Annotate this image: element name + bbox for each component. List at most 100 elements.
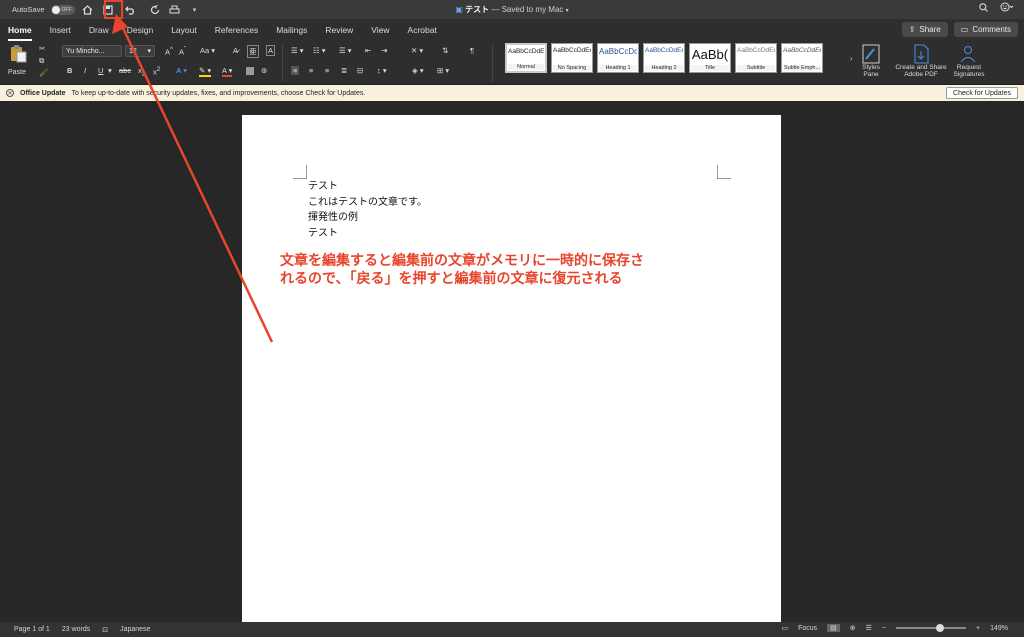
comments-button[interactable]: ▭ Comments [953, 22, 1018, 37]
pdf-icon [914, 44, 929, 64]
focus-icon[interactable]: ▭ [781, 624, 788, 632]
shrink-font-icon[interactable]: Aˇ [179, 46, 186, 57]
text-effects-icon[interactable]: A ▾ [176, 66, 187, 75]
font-size-select[interactable]: 12 ▾ [125, 45, 155, 57]
style-name: No Spacing [553, 65, 591, 71]
align-center-icon[interactable]: ≡ [309, 66, 313, 75]
underline-button[interactable]: U [98, 66, 103, 75]
styles-more-icon[interactable]: › [850, 54, 853, 63]
font-name-select[interactable]: Yu Mincho... [62, 45, 122, 57]
asian-layout-icon[interactable]: ✕ ▾ [411, 46, 423, 55]
increase-indent-icon[interactable]: ⇥ [381, 46, 387, 55]
zoom-in-icon[interactable]: + [976, 625, 980, 632]
zoom-level[interactable]: 149% [990, 625, 1008, 632]
style-heading-1[interactable]: AaBbCcDc Heading 1 [597, 43, 639, 73]
bullets-icon[interactable]: ☰ ▾ [291, 46, 304, 55]
show-formatting-icon[interactable]: ¶ [470, 46, 474, 55]
web-layout-icon[interactable]: ⊕ [850, 624, 856, 632]
styles-gallery: AaBbCcDdEe Normal AaBbCcDdEe No Spacing … [505, 43, 823, 73]
paste-button[interactable]: Paste [8, 44, 28, 76]
language-indicator[interactable]: Japanese [120, 626, 150, 633]
paste-label: Paste [8, 69, 26, 76]
shading-icon[interactable]: ◈ ▾ [412, 66, 424, 75]
style-subtitle[interactable]: AaBbCcDdEe Subtitle [735, 43, 777, 73]
format-painter-icon[interactable]: 🖌 [39, 68, 49, 77]
numbering-icon[interactable]: ☷ ▾ [313, 46, 326, 55]
change-case-button[interactable]: Aa ▾ [200, 46, 215, 55]
create-pdf-button[interactable]: Create and Share Adobe PDF [892, 44, 950, 78]
strikethrough-button[interactable]: abc [119, 66, 131, 75]
phonetic-guide-icon[interactable]: 亜 [247, 45, 259, 58]
document-page[interactable]: テスト これはテストの文章です。 揮発性の例 テスト [242, 115, 781, 622]
zoom-slider[interactable] [896, 624, 966, 632]
customize-toolbar-icon[interactable]: ▾ [188, 3, 202, 17]
superscript-button[interactable]: x2 [153, 66, 160, 77]
document-line: テスト [308, 181, 338, 192]
bold-button[interactable]: B [67, 66, 72, 75]
clear-formatting-icon[interactable]: A̷ [233, 46, 238, 55]
tab-home[interactable]: Home [8, 25, 42, 41]
copy-icon[interactable]: ⧉ [39, 56, 44, 66]
word-count[interactable]: 23 words [62, 626, 90, 633]
print-layout-icon[interactable]: ▤ [827, 624, 840, 632]
style-heading-2[interactable]: AaBbCcDdEe Heading 2 [643, 43, 685, 73]
enclosed-character-icon[interactable]: A [266, 45, 276, 56]
signature-icon [960, 46, 976, 63]
highlight-icon[interactable]: ✎ ▾ [199, 66, 212, 77]
italic-button[interactable]: I [84, 66, 86, 75]
focus-button[interactable]: Focus [798, 625, 817, 632]
tab-design[interactable]: Design [127, 25, 163, 35]
styles-pane-icon [862, 44, 880, 64]
autosave-toggle[interactable]: OFF [50, 4, 75, 15]
cut-icon[interactable]: ✂ [39, 44, 45, 53]
subscript-button[interactable]: x2 [138, 66, 145, 78]
distributed-icon[interactable]: ⊟ [357, 66, 363, 75]
style-sample: AaBbCcDdEe [783, 47, 821, 54]
tab-review[interactable]: Review [325, 25, 363, 35]
outline-view-icon[interactable]: ☰ [866, 624, 872, 632]
character-border-icon[interactable]: ⊛ [261, 66, 267, 75]
check-for-updates-button[interactable]: Check for Updates [946, 87, 1018, 99]
character-shading-icon[interactable] [246, 67, 254, 75]
style-no-spacing[interactable]: AaBbCcDdEe No Spacing [551, 43, 593, 73]
decrease-indent-icon[interactable]: ⇤ [365, 46, 371, 55]
create-pdf-label: Create and Share Adobe PDF [895, 64, 947, 78]
borders-icon[interactable]: ⊞ ▾ [437, 66, 449, 75]
style-normal[interactable]: AaBbCcDdEe Normal [505, 43, 547, 73]
redo-icon[interactable] [148, 3, 162, 17]
tab-insert[interactable]: Insert [50, 25, 81, 35]
proofing-icon[interactable]: ⊡ [102, 626, 108, 634]
tab-layout[interactable]: Layout [171, 25, 207, 35]
tab-view[interactable]: View [371, 25, 399, 35]
close-icon[interactable]: ✕ [6, 89, 14, 97]
justify-icon[interactable]: ≣ [341, 66, 347, 75]
undo-icon[interactable] [124, 3, 138, 17]
line-spacing-icon[interactable]: ↕ ▾ [377, 66, 387, 75]
share-button[interactable]: ⇪ Share [901, 22, 948, 37]
page-count[interactable]: Page 1 of 1 [14, 626, 50, 633]
sort-icon[interactable]: ⇅ [442, 46, 448, 55]
align-left-icon[interactable]: ≡ [291, 66, 300, 75]
home-icon[interactable] [81, 3, 95, 17]
tab-references[interactable]: References [215, 25, 268, 35]
document-body[interactable]: テスト これはテストの文章です。 揮発性の例 テスト [308, 179, 427, 241]
grow-font-icon[interactable]: A^ [165, 46, 173, 57]
font-color-icon[interactable]: A ▾ [222, 66, 233, 77]
tab-draw[interactable]: Draw [89, 25, 119, 35]
multilevel-list-icon[interactable]: ☰ ▾ [339, 46, 352, 55]
tab-mailings[interactable]: Mailings [276, 25, 317, 35]
request-signatures-button[interactable]: Request Signatures [950, 44, 988, 78]
underline-dropdown-icon[interactable]: ▾ [108, 66, 112, 75]
status-bar: Page 1 of 1 23 words ⊡ Japanese ▭ Focus … [0, 622, 1024, 637]
zoom-out-icon[interactable]: − [882, 625, 886, 632]
style-title[interactable]: AaBb( Title [689, 43, 731, 73]
feedback-smiley-icon[interactable] [1000, 2, 1014, 14]
styles-pane-button[interactable]: Styles Pane [858, 44, 884, 78]
update-title: Office Update [20, 89, 66, 97]
share-label: Share [919, 25, 941, 34]
print-icon[interactable] [168, 3, 182, 17]
search-icon[interactable] [979, 2, 988, 14]
tab-acrobat[interactable]: Acrobat [408, 25, 447, 35]
align-right-icon[interactable]: ≡ [325, 66, 329, 75]
style-subtle-emphasis[interactable]: AaBbCcDdEe Subtle Emph... [781, 43, 823, 73]
